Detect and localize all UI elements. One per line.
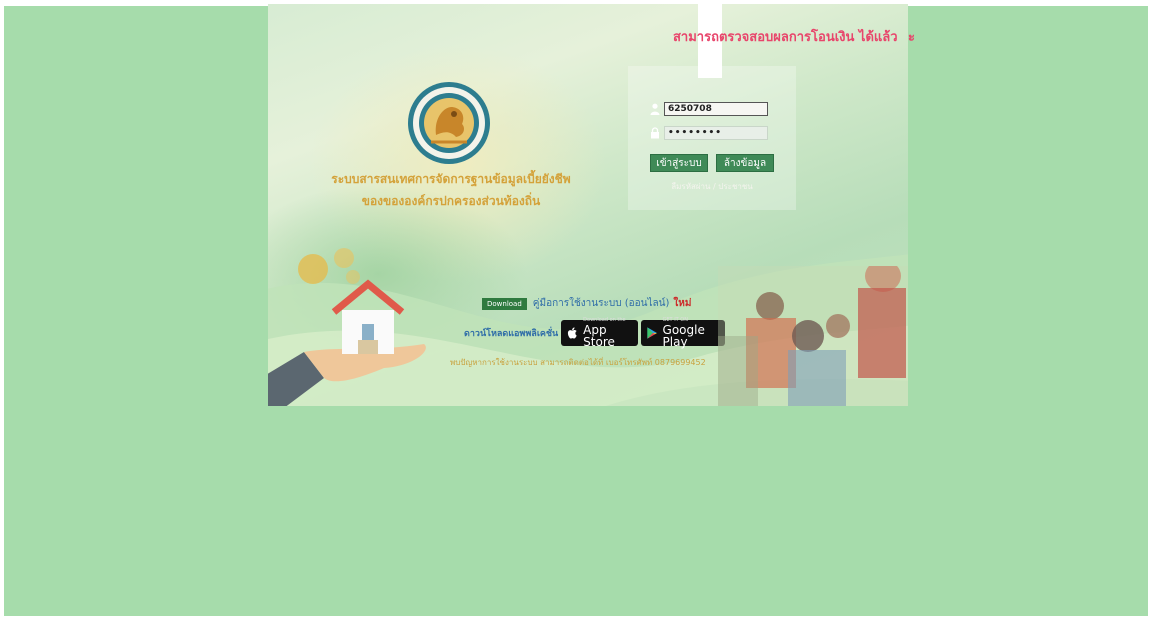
app-store-button[interactable]: Download on the App Store	[561, 318, 639, 349]
house-illustration	[331, 279, 405, 354]
download-badge[interactable]: Download	[482, 297, 527, 310]
google-play-big-text: Google Play	[662, 323, 705, 349]
username-input[interactable]: 6250708	[664, 102, 768, 116]
app-download-label: ดาวน์โหลดแอพพลิเคชั่น	[464, 329, 559, 339]
password-input[interactable]: ••••••••	[664, 126, 768, 140]
lock-icon	[651, 127, 659, 139]
download-row: Download คู่มือการใช้งานระบบ (ออนไลน์) ใ…	[482, 296, 691, 311]
agency-title-line2: ของขององค์กรปกครองส่วนท้องถิ่น	[361, 194, 541, 208]
agency-title-line1: ระบบสารสนเทศการจัดการฐานข้อมูลเบี้ยยังชี…	[331, 172, 571, 186]
department-seal-icon	[408, 82, 490, 164]
forgot-password-links[interactable]: ลืมรหัสผ่าน / ประชาชน	[628, 180, 796, 193]
announcement-marquee: สามารถตรวจสอบผลการโอนเงิน ได้แล้ว	[673, 30, 898, 45]
family-photo	[718, 266, 908, 406]
app-download-row: ดาวน์โหลดแอพพลิเคชั่น Download on the Ap…	[464, 318, 728, 349]
username-row: 6250708	[650, 102, 768, 116]
app-store-big-text: App Store	[583, 323, 615, 349]
announcement-marquee-tail: ะ	[908, 30, 915, 45]
coin-decoration	[298, 254, 328, 284]
clear-button[interactable]: ล้างข้อมูล	[716, 154, 774, 172]
password-row: ••••••••	[650, 126, 768, 140]
google-play-button[interactable]: GET IT ON Google Play	[641, 318, 726, 349]
login-button[interactable]: เข้าสู่ระบบ	[650, 154, 708, 172]
play-triangle-icon	[647, 327, 658, 339]
login-form: 6250708 •••••••• เข้าสู่ระบบ ล้างข้อมูล …	[628, 66, 796, 210]
user-icon	[650, 103, 660, 115]
login-page: สามารถตรวจสอบผลการโอนเงิน ได้แล้ว ระบบสา…	[268, 4, 908, 406]
new-label: ใหม่	[673, 298, 692, 309]
coin-decoration	[334, 248, 354, 268]
manual-link[interactable]: คู่มือการใช้งานระบบ (ออนไลน์)	[533, 296, 670, 311]
apple-icon	[568, 327, 577, 339]
